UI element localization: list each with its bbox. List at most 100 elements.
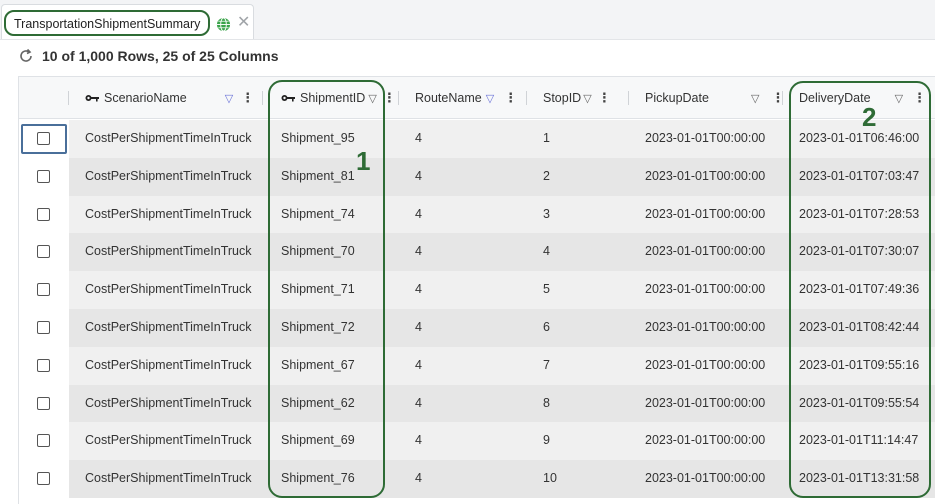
filter-icon[interactable]: ▽ (583, 92, 591, 105)
table-row[interactable]: CostPerShipmentTimeInTruck Shipment_71 4 5 2… (19, 271, 935, 309)
header-deliverydate[interactable]: DeliveryDate ▽ ⋮ (783, 77, 935, 119)
table-cell[interactable]: 2023-01-01T13:31:58 (799, 460, 919, 498)
header-routename[interactable]: RouteName ▽ ⋮ (399, 77, 527, 119)
table-cell[interactable]: CostPerShipmentTimeInTruck (85, 309, 252, 347)
table-cell[interactable]: 2023-01-01T07:30:07 (799, 233, 919, 271)
table-cell[interactable]: 2023-01-01T00:00:00 (645, 422, 765, 460)
table-cell[interactable]: 2023-01-01T00:00:00 (645, 233, 765, 271)
row-checkbox[interactable] (37, 472, 50, 486)
table-cell[interactable]: CostPerShipmentTimeInTruck (85, 158, 252, 196)
table-cell[interactable]: 4 (415, 196, 422, 234)
table-cell[interactable]: CostPerShipmentTimeInTruck (85, 385, 252, 423)
table-row[interactable]: CostPerShipmentTimeInTruck Shipment_67 4 7 2… (19, 346, 935, 385)
header-shipmentid[interactable]: ShipmentID ▽ ⋮ (263, 77, 399, 119)
table-cell[interactable]: Shipment_70 (281, 233, 355, 271)
table-cell[interactable]: Shipment_76 (281, 460, 355, 498)
table-cell[interactable]: 4 (415, 385, 422, 423)
table-cell[interactable]: 4 (415, 120, 422, 158)
column-menu-icon[interactable]: ⋮ (913, 90, 926, 106)
filter-icon[interactable]: ▽ (486, 92, 494, 105)
table-cell[interactable]: 2023-01-01T00:00:00 (645, 385, 765, 423)
row-checkbox[interactable] (37, 358, 50, 372)
table-row[interactable]: CostPerShipmentTimeInTruck Shipment_95 4 1 2… (19, 120, 935, 158)
table-cell[interactable]: 4 (415, 158, 422, 196)
table-row[interactable]: CostPerShipmentTimeInTruck Shipment_81 4 2 2… (19, 157, 935, 196)
header-scenarioname[interactable]: ScenarioName ▽ ⋮ (69, 77, 263, 119)
table-cell[interactable]: Shipment_62 (281, 385, 355, 423)
table-row[interactable]: CostPerShipmentTimeInTruck Shipment_74 4 3 2… (19, 195, 935, 234)
table-cell[interactable]: 2023-01-01T00:00:00 (645, 158, 765, 196)
table-cell[interactable]: 2023-01-01T09:55:54 (799, 385, 919, 423)
table-cell[interactable]: CostPerShipmentTimeInTruck (85, 347, 252, 385)
row-checkbox[interactable] (37, 434, 50, 448)
column-menu-icon[interactable]: ⋮ (504, 90, 517, 106)
table-cell[interactable]: 4 (543, 233, 550, 271)
tab-title[interactable]: TransportationShipmentSummary (4, 10, 211, 36)
table-row[interactable]: CostPerShipmentTimeInTruck Shipment_69 4 9 2… (19, 422, 935, 461)
table-cell[interactable]: 2023-01-01T07:03:47 (799, 158, 919, 196)
table-cell[interactable]: 4 (415, 233, 422, 271)
table-cell[interactable]: Shipment_81 (281, 158, 355, 196)
header-pickupdate[interactable]: PickupDate ▽ ⋮ (629, 77, 784, 119)
tab-transportation-shipment-summary[interactable]: TransportationShipmentSummary ✕ (1, 4, 254, 39)
table-cell[interactable]: 2023-01-01T00:00:00 (645, 120, 765, 158)
table-cell[interactable]: Shipment_69 (281, 422, 355, 460)
table-cell[interactable]: Shipment_67 (281, 347, 355, 385)
table-cell[interactable]: 5 (543, 271, 550, 309)
table-cell[interactable]: 2023-01-01T00:00:00 (645, 196, 765, 234)
row-checkbox[interactable] (37, 245, 50, 259)
table-cell[interactable]: 4 (415, 460, 422, 498)
filter-icon[interactable]: ▽ (225, 92, 233, 105)
table-row[interactable]: CostPerShipmentTimeInTruck Shipment_70 4 4 2… (19, 233, 935, 272)
table-cell[interactable]: 3 (543, 196, 550, 234)
table-cell[interactable]: 4 (415, 271, 422, 309)
table-cell[interactable]: Shipment_74 (281, 196, 355, 234)
table-cell[interactable]: 2023-01-01T07:28:53 (799, 196, 919, 234)
table-cell[interactable]: 2 (543, 158, 550, 196)
row-checkbox[interactable] (37, 396, 50, 410)
table-cell[interactable]: 4 (415, 422, 422, 460)
table-cell[interactable]: 8 (543, 385, 550, 423)
table-cell[interactable]: 4 (415, 309, 422, 347)
table-cell[interactable]: 2023-01-01T08:42:44 (799, 309, 919, 347)
refresh-icon[interactable] (18, 48, 34, 64)
table-cell[interactable]: 9 (543, 422, 550, 460)
table-cell[interactable]: 4 (415, 347, 422, 385)
table-cell[interactable]: 2023-01-01T09:55:16 (799, 347, 919, 385)
table-cell[interactable]: 2023-01-01T07:49:36 (799, 271, 919, 309)
table-cell[interactable]: Shipment_95 (281, 120, 355, 158)
table-cell[interactable]: Shipment_72 (281, 309, 355, 347)
column-menu-icon[interactable]: ⋮ (383, 90, 396, 106)
table-cell[interactable]: CostPerShipmentTimeInTruck (85, 233, 252, 271)
table-cell[interactable]: 2023-01-01T00:00:00 (645, 460, 765, 498)
table-cell[interactable]: CostPerShipmentTimeInTruck (85, 460, 252, 498)
table-cell[interactable]: CostPerShipmentTimeInTruck (85, 422, 252, 460)
table-cell[interactable]: CostPerShipmentTimeInTruck (85, 196, 252, 234)
filter-icon[interactable]: ▽ (895, 92, 903, 105)
row-checkbox[interactable] (37, 132, 50, 145)
header-stopid[interactable]: StopID ▽ ⋮ (527, 77, 629, 119)
table-cell[interactable]: 2023-01-01T06:46:00 (799, 120, 919, 158)
table-row[interactable]: CostPerShipmentTimeInTruck Shipment_72 4 6 2… (19, 309, 935, 347)
table-row[interactable]: CostPerShipmentTimeInTruck Shipment_76 4 10… (19, 460, 935, 498)
table-cell[interactable]: 2023-01-01T00:00:00 (645, 309, 765, 347)
table-cell[interactable]: 10 (543, 460, 557, 498)
filter-icon[interactable]: ▽ (368, 92, 376, 105)
row-checkbox[interactable] (37, 283, 50, 297)
close-icon[interactable]: ✕ (237, 14, 250, 32)
column-menu-icon[interactable]: ⋮ (241, 90, 254, 106)
table-row[interactable]: CostPerShipmentTimeInTruck Shipment_62 4 8 2… (19, 384, 935, 423)
table-cell[interactable]: 2023-01-01T00:00:00 (645, 271, 765, 309)
column-menu-icon[interactable]: ⋮ (598, 90, 611, 106)
table-cell[interactable]: Shipment_71 (281, 271, 355, 309)
table-cell[interactable]: 1 (543, 120, 550, 158)
filter-icon[interactable]: ▽ (751, 92, 759, 105)
row-checkbox[interactable] (37, 169, 50, 183)
table-cell[interactable]: 2023-01-01T11:14:47 (799, 422, 918, 460)
table-cell[interactable]: CostPerShipmentTimeInTruck (85, 120, 252, 158)
table-cell[interactable]: CostPerShipmentTimeInTruck (85, 271, 252, 309)
row-checkbox[interactable] (37, 207, 50, 221)
table-cell[interactable]: 2023-01-01T00:00:00 (645, 347, 765, 385)
row-checkbox[interactable] (37, 321, 50, 334)
table-cell[interactable]: 7 (543, 347, 550, 385)
